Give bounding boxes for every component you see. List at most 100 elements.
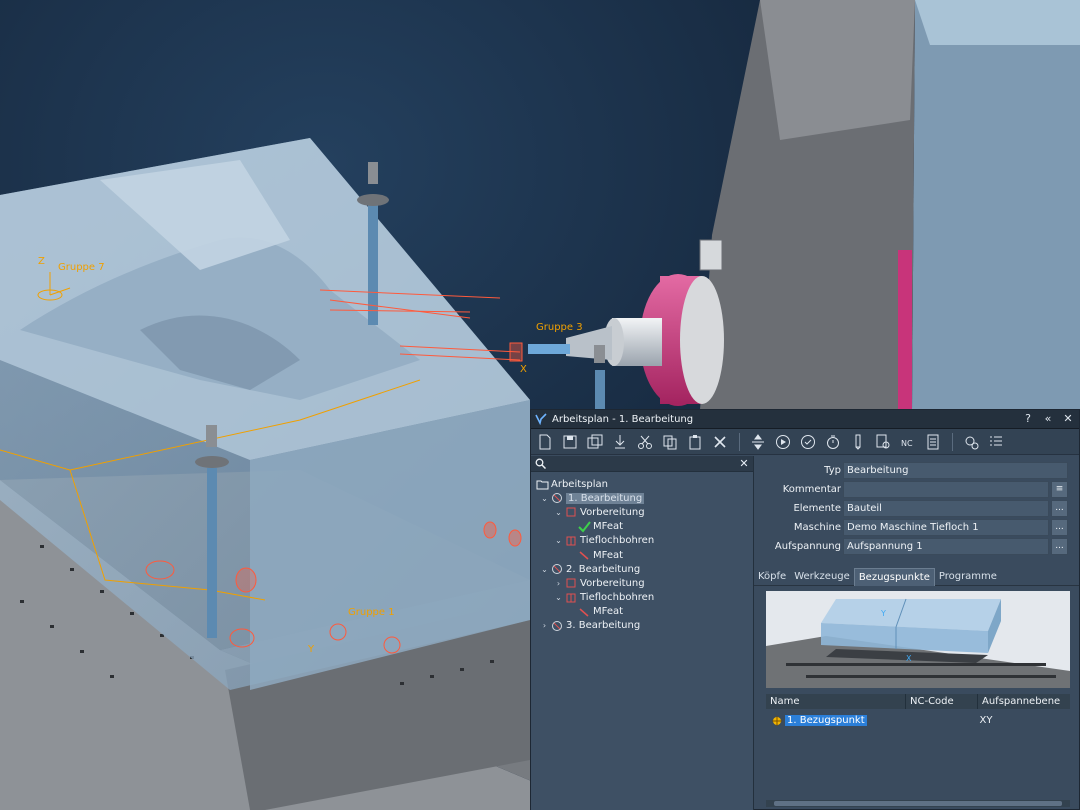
tree-item-vorbereitung[interactable]: › Vorbereitung [531,576,753,590]
tab-bar: Köpfe Werkzeuge Bezugspunkte Programme [754,568,1079,586]
save-icon[interactable] [560,432,580,452]
delete-icon[interactable] [710,432,730,452]
stopwatch-icon[interactable] [823,432,843,452]
panel-toolbar: NC [531,429,1079,455]
copy-icon[interactable] [660,432,680,452]
setup-preview: Y X [766,591,1070,688]
nc-code-icon[interactable]: NC [898,432,918,452]
table-row[interactable]: 1. Bezugspunkt XY [766,713,1070,728]
maschine-browse-button[interactable]: ... [1051,519,1068,536]
axis-letter-x: X [520,364,527,375]
search-clear-button[interactable]: ✕ [739,457,749,470]
horizontal-scrollbar[interactable] [766,800,1070,807]
preparation-icon [564,577,578,589]
chevron-down-icon[interactable]: ⌄ [539,494,550,503]
cut-icon[interactable] [635,432,655,452]
tab-programme[interactable]: Programme [935,568,1001,585]
chevron-down-icon[interactable]: ⌄ [553,536,564,545]
collapse-button[interactable]: « [1041,412,1055,426]
tree-item-root[interactable]: Arbeitsplan [531,477,753,491]
close-button[interactable]: ✕ [1061,412,1075,426]
prop-typ: Typ Bearbeitung [754,462,1079,480]
prop-label: Maschine [793,522,841,533]
document-search-icon[interactable] [873,432,893,452]
tab-werkzeuge[interactable]: Werkzeuge [790,568,854,585]
search-input[interactable] [546,458,739,469]
new-document-icon[interactable] [535,432,555,452]
tree-label: 3. Bearbeitung [566,620,641,632]
prop-aufspannung: Aufspannung Aufspannung 1 ... [754,538,1079,556]
deep-drilling-icon [564,535,578,547]
panel-title: Arbeitsplan - 1. Bearbeitung [552,413,694,425]
operation-icon [550,492,564,504]
tree-item-bearbeitung-1[interactable]: ⌄ 1. Bearbeitung [531,491,753,505]
save-all-icon[interactable] [585,432,605,452]
tree-search: ✕ [531,456,753,472]
tab-koepfe[interactable]: Köpfe [754,568,790,585]
tree-label: MFeat [593,521,624,533]
move-icon[interactable] [748,432,768,452]
kommentar-field[interactable] [843,481,1049,498]
feature-icon [577,606,591,618]
scrollbar-thumb[interactable] [774,801,1062,806]
prop-label: Typ [824,465,841,476]
maschine-field[interactable]: Demo Maschine Tiefloch 1 [843,519,1049,536]
chevron-right-icon[interactable]: › [553,579,564,588]
comment-edit-icon[interactable]: ≡ [1051,481,1068,498]
prop-elemente: Elemente Bauteil ... [754,500,1079,518]
panel-titlebar[interactable]: Arbeitsplan - 1. Bearbeitung ? « ✕ [531,410,1079,429]
tab-bezugspunkte[interactable]: Bezugspunkte [853,568,935,586]
tree-item-mfeat[interactable]: MFeat [531,520,753,534]
tree: Arbeitsplan ⌄ 1. Bearbeitung ⌄ Vorbereit… [531,472,753,633]
settings-machine-icon[interactable] [961,432,981,452]
feature-icon [577,549,591,561]
tree-label: Vorbereitung [580,577,645,589]
chevron-down-icon[interactable]: ⌄ [553,593,564,602]
preparation-icon [564,506,578,518]
tree-item-bearbeitung-3[interactable]: › 3. Bearbeitung [531,619,753,633]
axis-letter-z: Z [38,256,45,267]
machine-column [700,0,1080,410]
reference-point-icon [772,715,782,726]
search-icon [535,458,546,469]
tool-holder-icon[interactable] [848,432,868,452]
paste-icon[interactable] [685,432,705,452]
axis-letter-y: Y [307,644,315,655]
report-icon[interactable] [923,432,943,452]
chevron-right-icon[interactable]: › [539,621,550,630]
chevron-down-icon[interactable]: ⌄ [553,508,564,517]
checkmark-icon [577,521,591,533]
elemente-field[interactable]: Bauteil [843,500,1049,517]
elemente-browse-button[interactable]: ... [1051,500,1068,517]
tree-item-tieflochbohren[interactable]: ⌄ Tieflochbohren [531,534,753,548]
deep-drilling-icon [564,592,578,604]
bezugspunkte-table-header: Name NC-Code Aufspannebene [766,694,1070,709]
folder-open-icon [535,478,549,490]
tree-label-selected: 1. Bearbeitung [566,492,645,504]
col-aufspannebene[interactable]: Aufspannebene [978,694,1070,709]
tree-item-mfeat[interactable]: MFeat [531,605,753,619]
properties-pane: Typ Bearbeitung Kommentar ≡ Elemente Bau… [754,456,1079,810]
simulate-play-icon[interactable] [773,432,793,452]
tree-label: 2. Bearbeitung [566,563,641,575]
reference-point-name: 1. Bezugspunkt [785,715,867,726]
tree-item-vorbereitung[interactable]: ⌄ Vorbereitung [531,505,753,519]
svg-text:X: X [906,654,912,663]
help-button[interactable]: ? [1021,412,1035,426]
tree-label: Tieflochbohren [580,535,655,547]
aufspannung-browse-button[interactable]: ... [1051,538,1068,555]
toolbar-separator [952,432,953,451]
chevron-down-icon[interactable]: ⌄ [539,565,550,574]
tree-item-tieflochbohren[interactable]: ⌄ Tieflochbohren [531,591,753,605]
check-icon[interactable] [798,432,818,452]
import-icon[interactable] [610,432,630,452]
col-name[interactable]: Name [766,694,906,709]
arbeitsplan-panel[interactable]: Arbeitsplan - 1. Bearbeitung ? « ✕ NC ✕ … [530,409,1080,810]
col-nc-code[interactable]: NC-Code [906,694,978,709]
typ-field[interactable]: Bearbeitung [843,462,1068,479]
tree-item-mfeat[interactable]: MFeat [531,548,753,562]
list-icon[interactable] [986,432,1006,452]
prop-maschine: Maschine Demo Maschine Tiefloch 1 ... [754,519,1079,537]
tree-item-bearbeitung-2[interactable]: ⌄ 2. Bearbeitung [531,562,753,576]
aufspannung-field[interactable]: Aufspannung 1 [843,538,1049,555]
